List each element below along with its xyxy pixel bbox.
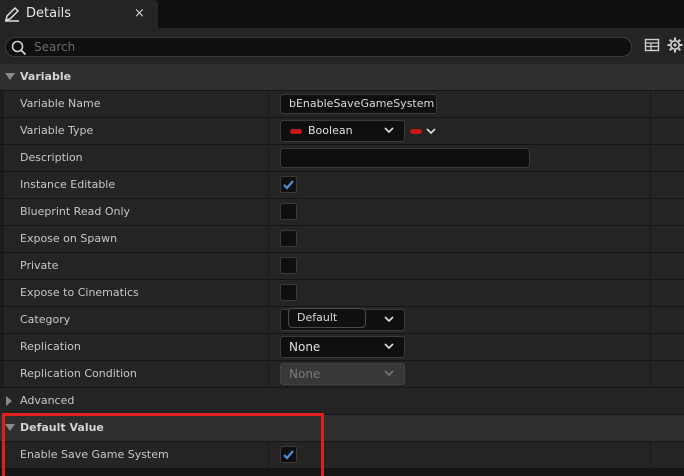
row-replication: Replication None (0, 334, 684, 360)
chevron-down-icon (384, 127, 394, 134)
tab-details[interactable]: Details × (0, 0, 158, 28)
row-instance-editable: Instance Editable (0, 172, 684, 198)
expanded-arrow-icon (5, 424, 15, 431)
property-label: Expose to Cinematics (20, 286, 139, 299)
search-input[interactable] (34, 39, 614, 55)
description-field[interactable] (280, 148, 530, 168)
chevron-down-icon (384, 370, 394, 377)
row-enable-save-game-system: Enable Save Game System (0, 442, 684, 468)
chevron-down-icon (384, 316, 394, 323)
replication-condition-value: None (289, 367, 321, 381)
row-variable-type: Variable Type Boolean (0, 118, 684, 144)
instance-editable-checkbox[interactable] (280, 176, 297, 193)
section-label: Variable (20, 70, 72, 83)
close-icon[interactable]: × (134, 6, 145, 21)
tab-bar: Details × (0, 0, 684, 28)
enable-save-game-system-checkbox[interactable] (280, 446, 297, 463)
section-default-value[interactable]: Default Value (0, 415, 684, 441)
property-label: Description (20, 151, 83, 164)
table-view-icon[interactable] (644, 37, 660, 53)
variable-name-field[interactable]: bEnableSaveGameSystem (280, 94, 437, 114)
row-category: Category Default (0, 307, 684, 333)
replication-value: None (289, 340, 321, 354)
property-label: Replication Condition (20, 367, 137, 380)
property-label: Expose on Spawn (20, 232, 118, 245)
row-variable-name: Variable Name bEnableSaveGameSystem (0, 91, 684, 117)
replication-dropdown[interactable]: None (280, 336, 405, 358)
container-type-dropdown[interactable] (408, 123, 438, 139)
property-label: Private (20, 259, 59, 272)
search-box[interactable] (5, 37, 632, 57)
check-icon (283, 180, 294, 190)
row-description: Description (0, 145, 684, 171)
blueprint-read-only-checkbox[interactable] (280, 203, 297, 220)
check-icon (283, 450, 294, 460)
expose-on-spawn-checkbox[interactable] (280, 230, 297, 247)
property-label: Instance Editable (20, 178, 116, 191)
container-type-icon (410, 129, 422, 134)
section-label: Default Value (20, 421, 104, 434)
boolean-pin-icon (290, 129, 302, 134)
row-expose-on-spawn: Expose on Spawn (0, 226, 684, 252)
tab-title: Details (26, 6, 72, 21)
chevron-down-icon (426, 128, 436, 135)
section-variable[interactable]: Variable (0, 64, 684, 90)
property-label: Blueprint Read Only (20, 205, 131, 218)
settings-gear-icon[interactable] (667, 37, 683, 53)
variable-type-dropdown[interactable]: Boolean (280, 120, 405, 142)
variable-type-value: Boolean (308, 124, 353, 137)
row-expose-to-cinematics: Expose to Cinematics (0, 280, 684, 306)
search-icon (11, 40, 27, 56)
replication-condition-dropdown: None (280, 363, 405, 385)
row-advanced[interactable]: Advanced (0, 388, 684, 414)
row-private: Private (0, 253, 684, 279)
row-replication-condition: Replication Condition None (0, 361, 684, 387)
private-checkbox[interactable] (280, 257, 297, 274)
collapsed-arrow-icon (6, 396, 12, 406)
property-label: Enable Save Game System (20, 448, 169, 461)
property-label: Replication (20, 340, 81, 353)
chevron-down-icon (384, 343, 394, 350)
expanded-arrow-icon (5, 73, 15, 80)
property-label: Category (20, 313, 71, 326)
property-label: Advanced (20, 394, 75, 407)
property-label: Variable Name (20, 97, 101, 110)
expose-to-cinematics-checkbox[interactable] (280, 284, 297, 301)
property-label: Variable Type (20, 124, 94, 137)
category-value-field[interactable]: Default (288, 308, 366, 328)
search-row (0, 28, 684, 64)
row-blueprint-read-only: Blueprint Read Only (0, 199, 684, 225)
pencil-icon (4, 6, 20, 22)
